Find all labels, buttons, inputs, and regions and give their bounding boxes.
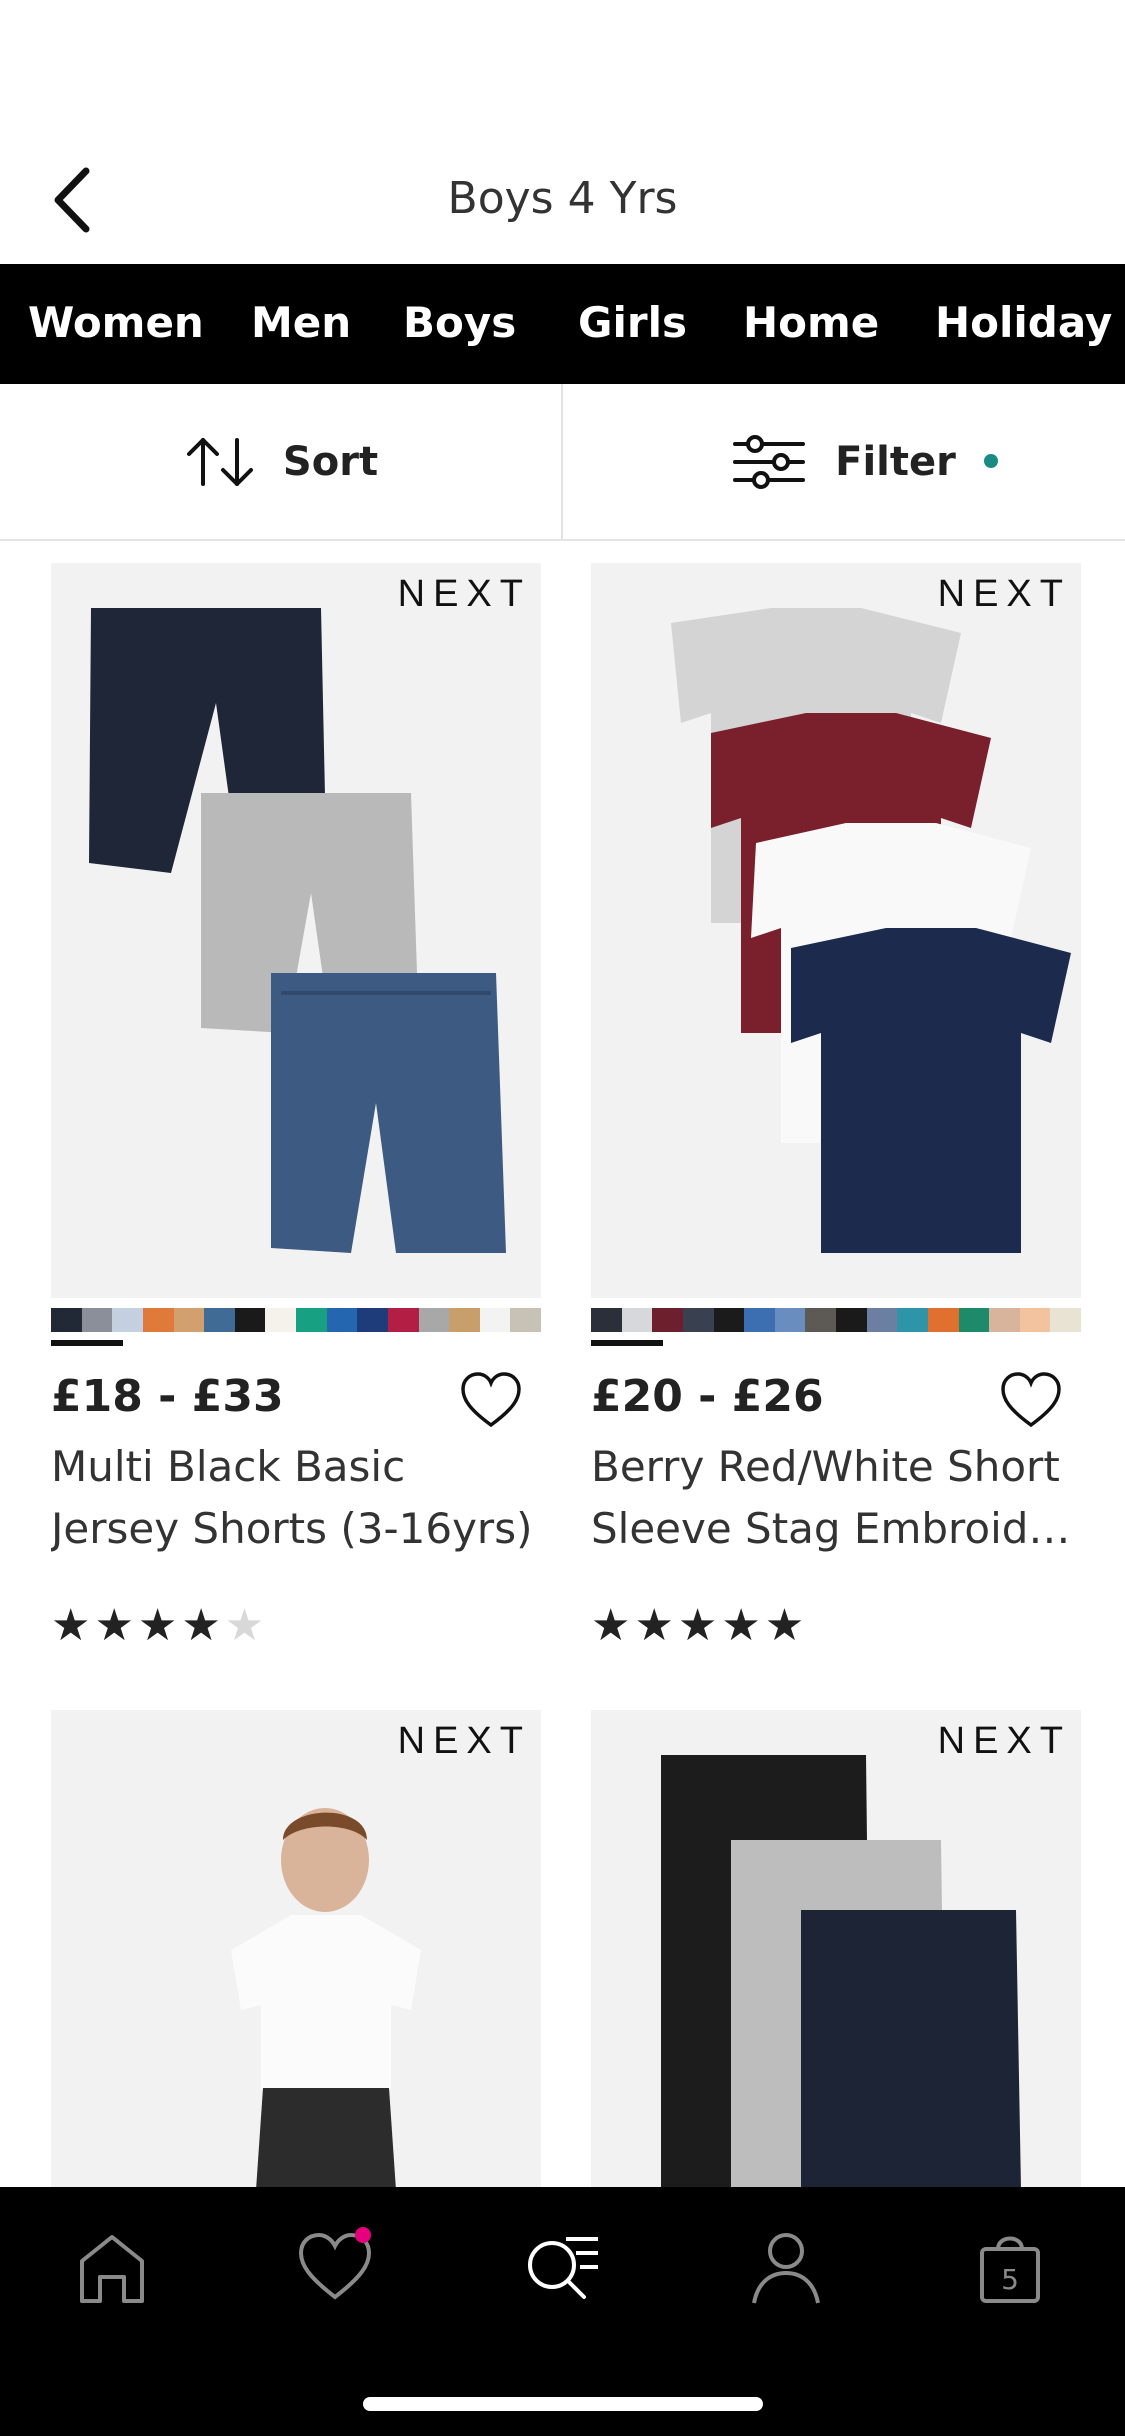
brand-logo: NEXT (397, 573, 531, 615)
product-name[interactable]: Berry Red/White Short Sleeve Stag Embroi… (591, 1436, 1081, 1560)
sort-button[interactable]: Sort (0, 384, 561, 539)
filter-button[interactable]: Filter (561, 384, 1124, 539)
colour-swatches[interactable] (591, 1308, 1081, 1332)
selected-swatch-indicator (591, 1340, 663, 1346)
shorts-illustration (89, 608, 506, 1253)
product-image[interactable]: NEXT (51, 1710, 541, 2190)
sort-filter-bar: Sort Filter (0, 384, 1125, 541)
sort-icon (186, 437, 253, 486)
product-image[interactable]: NEXT (591, 1710, 1081, 2190)
brand-logo: NEXT (937, 1720, 1071, 1762)
heart-icon[interactable] (999, 1371, 1063, 1429)
product-card[interactable]: NEXT £20 - £26 Berry Red/White Short Sle… (591, 563, 1081, 1651)
star-rating: ★★★★★ (51, 1600, 269, 1651)
product-card[interactable]: NEXT (51, 1710, 541, 2190)
product-image[interactable]: NEXT (51, 563, 541, 1298)
heart-icon[interactable] (459, 1371, 523, 1429)
nav-item-men[interactable]: Men (251, 298, 351, 347)
joggers-illustration (661, 1755, 1021, 2190)
brand-logo: NEXT (397, 1720, 531, 1762)
product-card[interactable]: NEXT (591, 1710, 1081, 2190)
bag-count: 5 (1001, 2263, 1019, 2296)
category-nav: Women Men Boys Girls Home Holiday (0, 264, 1125, 384)
heart-icon[interactable] (295, 2227, 375, 2307)
home-indicator (363, 2397, 763, 2411)
home-icon[interactable] (72, 2227, 152, 2307)
product-card[interactable]: NEXT £18 - £33 Multi Black Basic Jersey … (51, 563, 541, 1651)
account-icon[interactable] (746, 2227, 826, 2307)
nav-item-holiday[interactable]: Holiday (935, 298, 1112, 347)
boy-model-illustration (231, 1808, 421, 2190)
product-name[interactable]: Multi Black Basic Jersey Shorts (3-16yrs… (51, 1436, 541, 1560)
nav-item-girls[interactable]: Girls (578, 298, 687, 347)
filter-active-dot (984, 454, 998, 468)
tshirts-illustration (671, 608, 1071, 1253)
nav-item-home[interactable]: Home (743, 298, 879, 347)
brand-logo: NEXT (937, 573, 1071, 615)
nav-item-women[interactable]: Women (28, 298, 204, 347)
page-title: Boys 4 Yrs (447, 173, 678, 224)
sort-label: Sort (282, 438, 379, 485)
product-image[interactable]: NEXT (591, 563, 1081, 1298)
filter-label: Filter (835, 438, 956, 485)
nav-item-boys[interactable]: Boys (403, 298, 516, 347)
star-rating: ★★★★★ (591, 1600, 809, 1651)
search-list-icon[interactable] (522, 2227, 602, 2307)
selected-swatch-indicator (51, 1340, 123, 1346)
filter-icon (733, 434, 806, 489)
bag-icon[interactable]: 5 (970, 2227, 1050, 2307)
status-bar (0, 0, 1125, 160)
colour-swatches[interactable] (51, 1308, 541, 1332)
